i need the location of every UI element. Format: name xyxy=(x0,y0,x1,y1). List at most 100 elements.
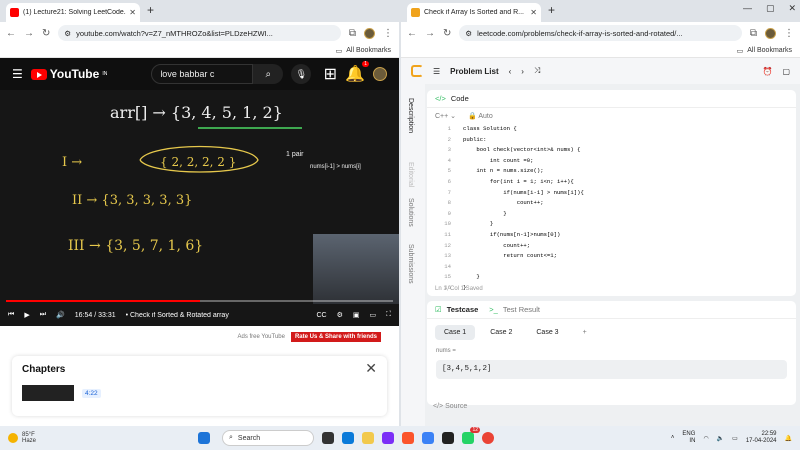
rate-us-button[interactable]: Rate Us & Share with friends xyxy=(290,332,381,342)
add-case-icon[interactable]: + xyxy=(574,325,596,340)
url-field[interactable]: ⚙ youtube.com/watch?v=Z7_nMTHROZo&list=P… xyxy=(58,25,341,41)
speaker-icon[interactable]: 🔈 xyxy=(717,435,724,442)
all-bookmarks[interactable]: All Bookmarks xyxy=(346,47,391,54)
minimize-icon[interactable]: — xyxy=(743,3,752,14)
youtube-logo[interactable]: YouTube IN xyxy=(30,67,107,81)
back-icon[interactable]: ← xyxy=(407,28,417,39)
chrome-icon[interactable] xyxy=(482,432,494,444)
menu-icon[interactable]: ⋮ xyxy=(383,28,393,39)
github-icon[interactable] xyxy=(442,432,454,444)
tab-description[interactable]: Description xyxy=(407,98,414,133)
windows-start-icon[interactable] xyxy=(198,432,210,444)
forward-icon[interactable]: → xyxy=(425,28,435,39)
tab-submissions[interactable]: Submissions xyxy=(407,244,414,284)
search-icon[interactable]: ⌕ xyxy=(253,64,284,84)
new-tab-button[interactable]: + xyxy=(548,3,555,17)
problem-list-link[interactable]: Problem List xyxy=(450,67,498,76)
tab-youtube[interactable]: (1) Lecture21: Solving LeetCode... ✕ xyxy=(6,3,140,22)
language-select[interactable]: C++ ⌄ xyxy=(435,112,456,120)
mic-icon[interactable]: 🎙 xyxy=(291,64,312,84)
chevron-up-icon[interactable]: ˄ xyxy=(671,435,675,441)
leetcode-logo[interactable] xyxy=(411,65,423,77)
case-1-tab[interactable]: Case 1 xyxy=(435,325,476,340)
code-line[interactable]: 5 int n = nums.size(); xyxy=(433,166,796,177)
code-line[interactable]: 11 if(nums[n-1]>nums[0]) xyxy=(433,230,796,241)
auto-toggle[interactable]: 🔒 Auto xyxy=(468,112,493,120)
play-icon[interactable]: ▶ xyxy=(24,311,29,319)
battery-icon[interactable]: ▭ xyxy=(732,435,738,442)
prev-problem-icon[interactable]: ‹ xyxy=(509,67,512,76)
code-line[interactable]: 8 count++; xyxy=(433,198,796,209)
code-tab[interactable]: Code xyxy=(451,94,469,103)
vscode-icon[interactable] xyxy=(422,432,434,444)
wifi-icon[interactable]: ◠ xyxy=(703,435,708,442)
code-line[interactable]: 7 if(nums[i-1] > nums[i]){ xyxy=(433,188,796,199)
close-tab-icon[interactable]: ✕ xyxy=(530,8,537,17)
brave-icon[interactable] xyxy=(402,432,414,444)
settings-icon[interactable]: ⚙ xyxy=(337,311,343,319)
code-line[interactable]: 16} xyxy=(433,283,796,294)
tab-editorial[interactable]: Editorial xyxy=(407,162,414,187)
photos-icon[interactable] xyxy=(382,432,394,444)
code-line[interactable]: 1 class Solution { xyxy=(433,124,796,135)
notes-icon[interactable]: ▢ xyxy=(782,67,790,76)
timer-icon[interactable]: ⏰ xyxy=(762,67,772,76)
nums-input[interactable]: [3,4,5,1,2] xyxy=(436,360,787,379)
theater-icon[interactable]: ▭ xyxy=(369,311,376,319)
code-line[interactable]: 4 int count =0; xyxy=(433,156,796,167)
yt-avatar[interactable] xyxy=(373,67,387,81)
maximize-icon[interactable]: ▢ xyxy=(766,3,775,14)
all-bookmarks[interactable]: All Bookmarks xyxy=(747,47,792,54)
fullscreen-icon[interactable]: ⛶ xyxy=(386,311,391,319)
code-line[interactable]: 10 } xyxy=(433,219,796,230)
profile-avatar[interactable] xyxy=(364,27,375,39)
tab-solutions[interactable]: Solutions xyxy=(407,198,414,227)
code-line[interactable]: 2 public: xyxy=(433,135,796,146)
site-info-icon[interactable]: ⚙ xyxy=(64,29,71,38)
volume-icon[interactable]: 🔊 xyxy=(56,311,65,319)
site-info-icon[interactable]: ⚙ xyxy=(465,29,472,38)
taskbar-search[interactable]: ⌕ Search xyxy=(222,430,314,446)
code-line[interactable]: 12 count++; xyxy=(433,241,796,252)
previous-icon[interactable]: ⏮ xyxy=(8,311,14,319)
search-input[interactable]: love babbar c xyxy=(151,64,254,84)
shuffle-icon[interactable]: ⤨ xyxy=(534,66,540,76)
code-line[interactable]: 9 } xyxy=(433,209,796,220)
list-icon[interactable]: ☰ xyxy=(433,67,440,76)
back-icon[interactable]: ← xyxy=(6,28,16,39)
code-line[interactable]: 13 return count<=1; xyxy=(433,251,796,262)
test-result-tab[interactable]: Test Result xyxy=(503,305,540,314)
url-field[interactable]: ⚙ leetcode.com/problems/check-if-array-i… xyxy=(459,25,742,41)
whatsapp-icon[interactable]: 12 xyxy=(462,427,480,444)
hamburger-icon[interactable]: ☰ xyxy=(12,67,23,81)
clock[interactable]: 22:59 17-04-2024 xyxy=(746,431,777,445)
code-line[interactable]: 15 } xyxy=(433,272,796,283)
source-toggle[interactable]: </> Source xyxy=(433,403,467,410)
testcase-tab[interactable]: Testcase xyxy=(447,305,479,314)
extensions-icon[interactable]: ⧉ xyxy=(750,28,757,39)
code-line[interactable]: 3 bool check(vector<int>& nums) { xyxy=(433,145,796,156)
edge-icon[interactable] xyxy=(342,432,354,444)
video-player[interactable]: arr[] → {3, 4, 5, 1, 2} I → { 2, 2, 2, 2… xyxy=(0,90,399,326)
code-line[interactable]: 14 xyxy=(433,262,796,273)
reload-icon[interactable]: ↻ xyxy=(42,28,50,39)
tab-leetcode[interactable]: Check if Array Is Sorted and R... ✕ xyxy=(407,3,541,22)
next-icon[interactable]: ⏭ xyxy=(40,311,46,319)
create-icon[interactable]: ⊞ xyxy=(324,64,337,84)
new-tab-button[interactable]: + xyxy=(147,3,154,17)
chapter-item[interactable]: 4:22 xyxy=(22,385,377,401)
code-line[interactable]: 6 for(int i = 1; i<n; i++){ xyxy=(433,177,796,188)
case-2-tab[interactable]: Case 2 xyxy=(481,325,521,340)
weather-widget[interactable]: 85°F Haze xyxy=(0,432,190,444)
next-problem-icon[interactable]: › xyxy=(521,67,524,76)
progress-bar[interactable] xyxy=(6,300,393,302)
extensions-icon[interactable]: ⧉ xyxy=(349,28,356,39)
code-editor[interactable]: 1 class Solution {2 public: 3 bool check(ve… xyxy=(427,124,796,294)
close-icon[interactable]: ✕ xyxy=(365,360,377,377)
case-3-tab[interactable]: Case 3 xyxy=(527,325,567,340)
profile-avatar[interactable] xyxy=(765,27,776,39)
miniplayer-icon[interactable]: ▣ xyxy=(353,311,360,319)
forward-icon[interactable]: → xyxy=(24,28,34,39)
close-window-icon[interactable]: ✕ xyxy=(788,3,796,14)
reload-icon[interactable]: ↻ xyxy=(443,28,451,39)
